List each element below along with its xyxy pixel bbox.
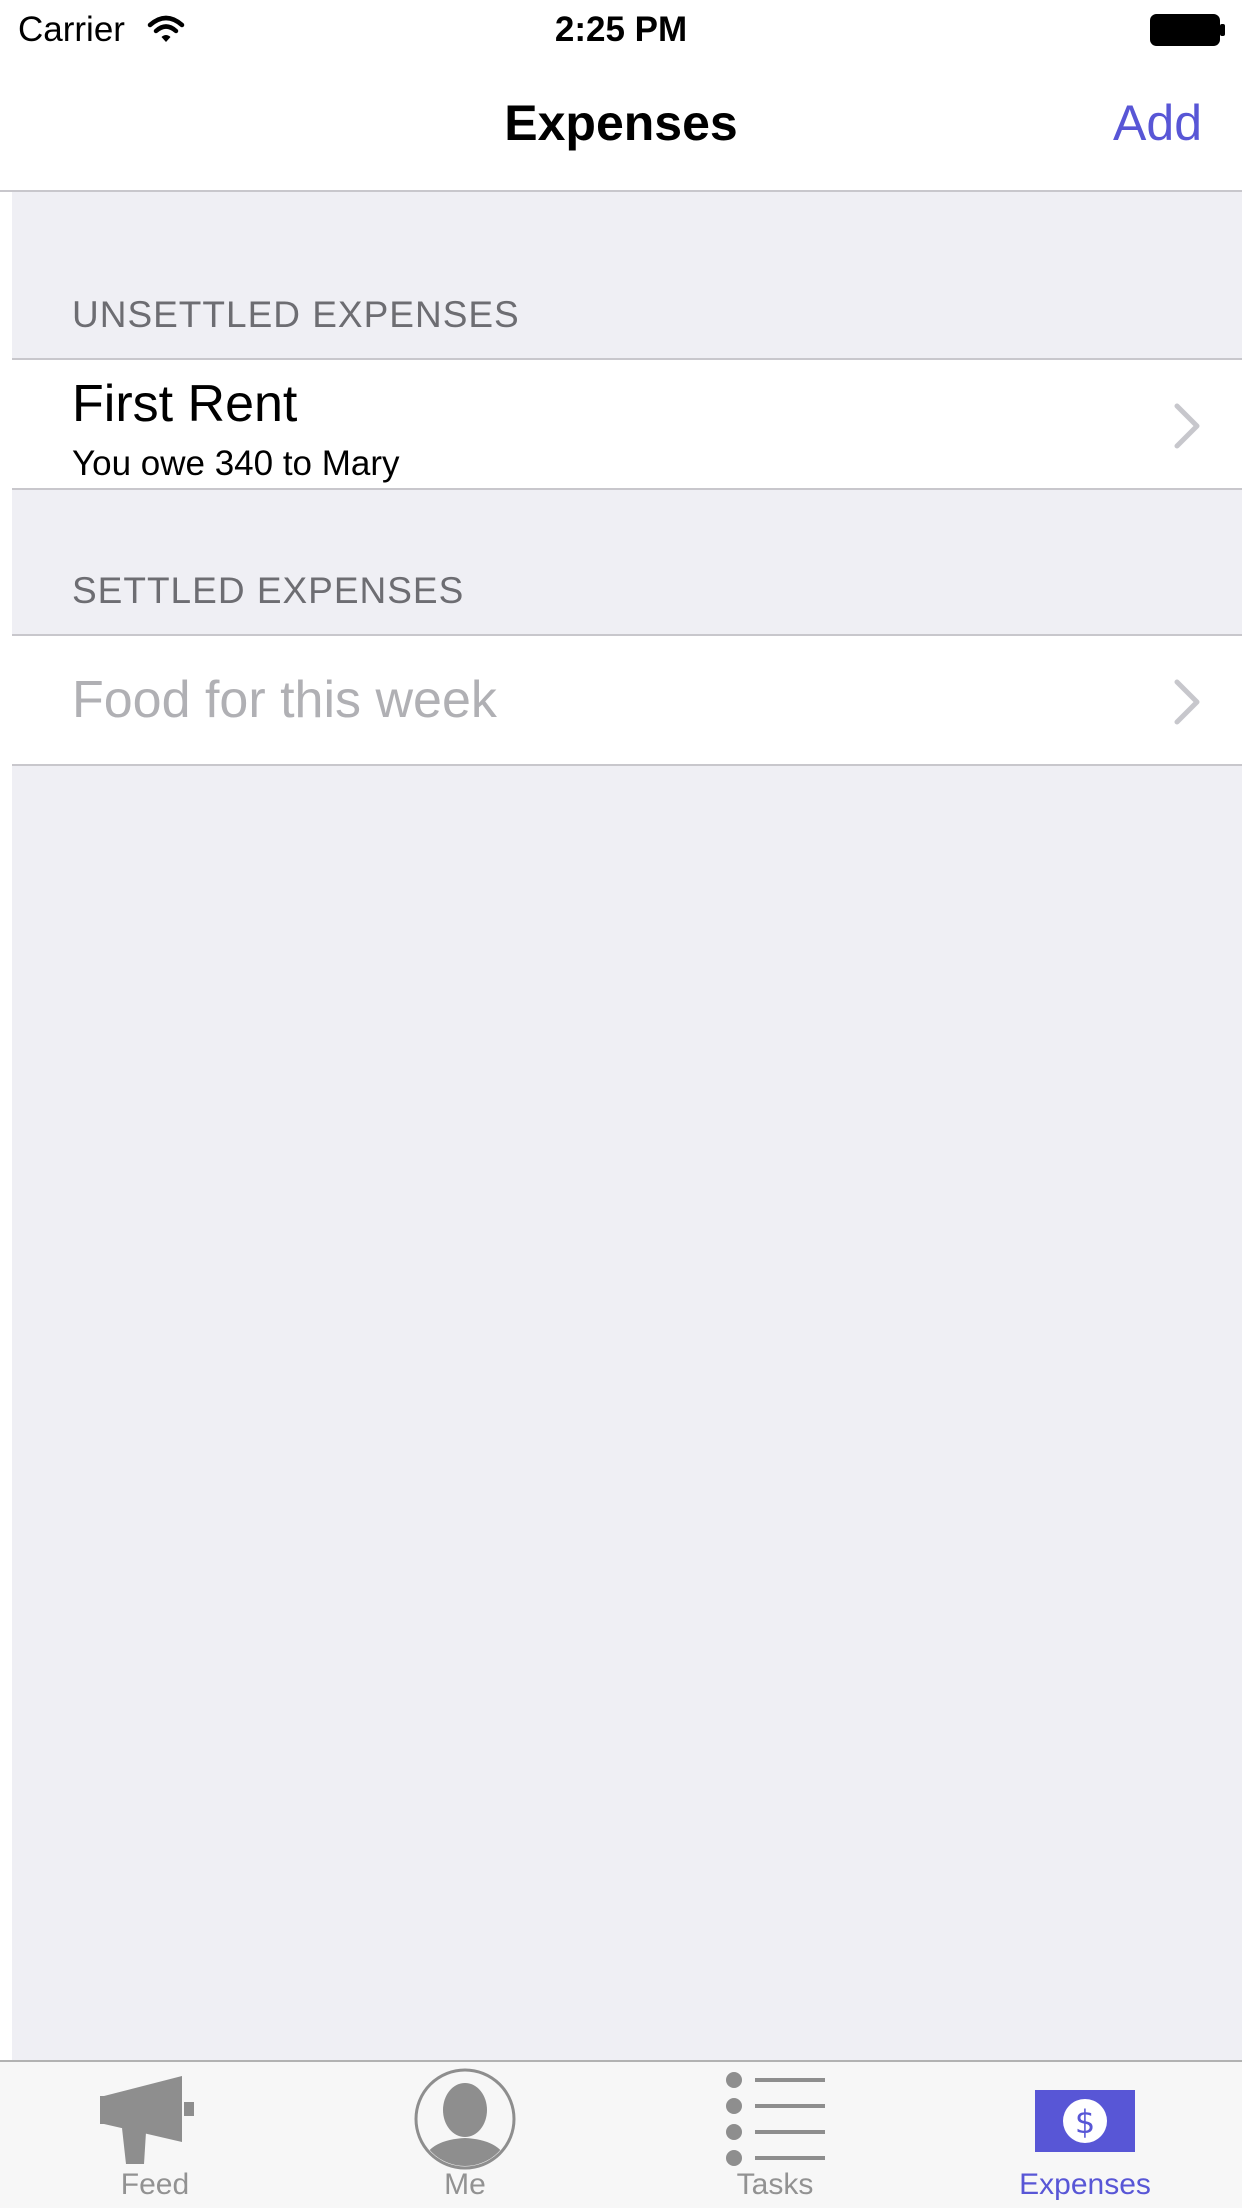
add-button[interactable]: Add <box>1113 94 1202 152</box>
status-bar: Carrier 2:25 PM <box>0 0 1242 60</box>
tab-label: Feed <box>120 2168 190 2201</box>
tab-label: Tasks <box>736 2168 814 2201</box>
megaphone-icon <box>100 2076 194 2164</box>
svg-text:$: $ <box>1075 2103 1095 2141</box>
status-time: 2:25 PM <box>554 10 688 49</box>
list-icon <box>726 2072 825 2166</box>
section-header-settled: SETTLED EXPENSES <box>72 570 465 611</box>
dollar-icon: $ <box>1035 2090 1135 2152</box>
tab-me[interactable]: Me <box>310 2062 620 2208</box>
expense-title: Food for this week <box>72 671 497 729</box>
expenses-table[interactable]: UNSETTLED EXPENSES First Rent You owe 34… <box>12 192 1242 2060</box>
expense-subtitle: You owe 340 to Mary <box>72 444 400 483</box>
chevron-right-icon <box>1174 679 1200 725</box>
battery-icon <box>1150 14 1225 46</box>
tab-label: Me <box>444 2168 486 2201</box>
expense-row-food[interactable]: Food for this week <box>12 634 1242 766</box>
tab-feed[interactable]: Feed <box>0 2062 310 2208</box>
tab-bar: Feed Me Tasks $ Expenses <box>0 2060 1242 2208</box>
person-icon <box>414 2068 516 2170</box>
tab-tasks[interactable]: Tasks <box>620 2062 930 2208</box>
tab-expenses[interactable]: $ Expenses <box>930 2062 1240 2208</box>
expense-title: First Rent <box>72 375 298 433</box>
section-header-unsettled: UNSETTLED EXPENSES <box>72 294 520 335</box>
page-title: Expenses <box>504 95 738 151</box>
expense-row-first-rent[interactable]: First Rent You owe 340 to Mary <box>12 358 1242 490</box>
chevron-right-icon <box>1174 403 1200 449</box>
tab-label: Expenses <box>1019 2168 1151 2201</box>
navigation-bar: Expenses Add <box>0 60 1242 192</box>
